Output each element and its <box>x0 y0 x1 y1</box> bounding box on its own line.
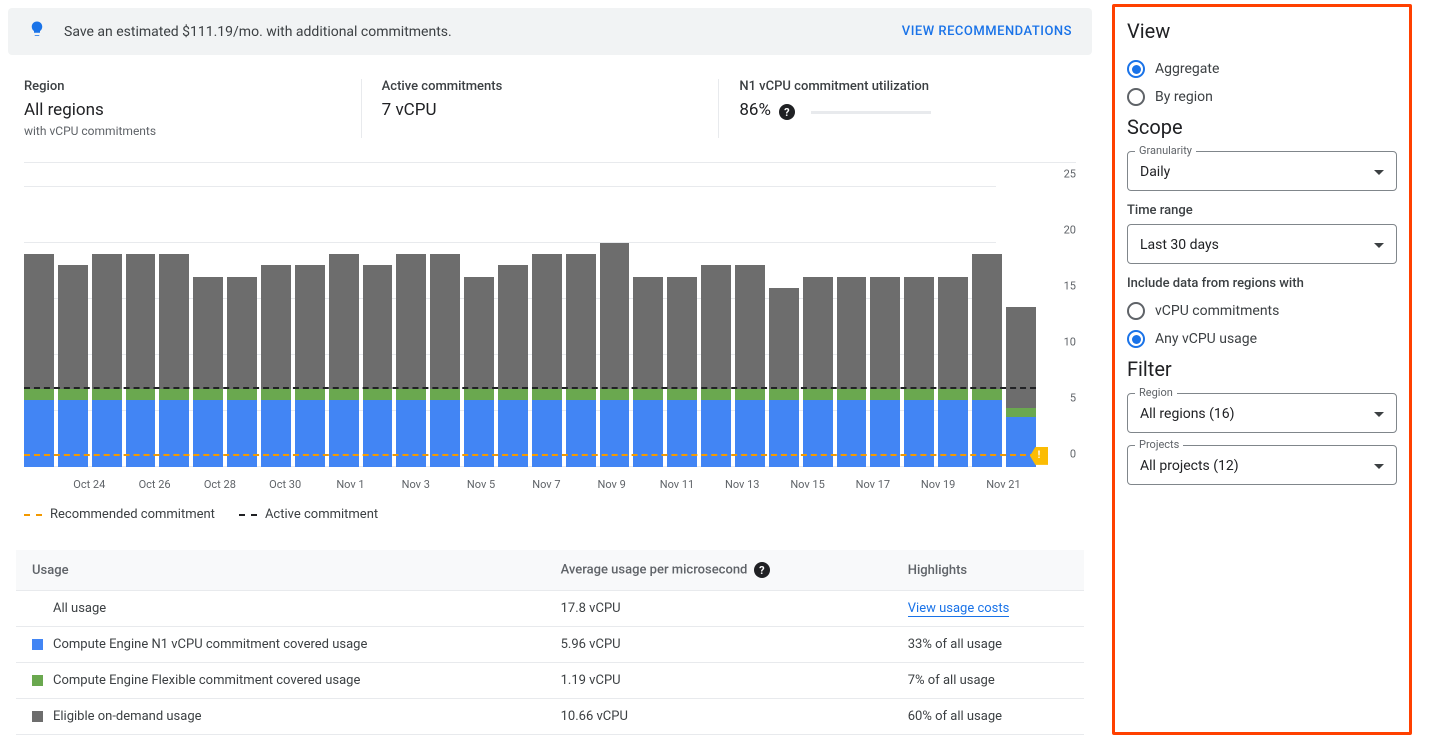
bar[interactable] <box>126 254 156 467</box>
include-label: Include data from regions with <box>1127 276 1397 291</box>
view-option[interactable]: By region <box>1127 83 1397 111</box>
usage-table: Usage Average usage per microsecond ? Hi… <box>16 550 1084 735</box>
bar[interactable] <box>870 277 900 467</box>
bar[interactable] <box>532 254 562 467</box>
filter-heading: Filter <box>1127 357 1397 381</box>
timerange-label: Time range <box>1127 203 1397 218</box>
bar[interactable] <box>667 277 697 467</box>
help-icon[interactable]: ? <box>754 562 770 578</box>
stat-label: N1 vCPU commitment utilization <box>739 79 1056 94</box>
bar[interactable] <box>972 254 1002 467</box>
table-row: Compute Engine N1 vCPU commitment covere… <box>16 627 1084 663</box>
stat-value: 86% <box>739 100 771 120</box>
utilization-bar <box>811 111 931 114</box>
bar[interactable] <box>633 277 663 467</box>
view-option[interactable]: Aggregate <box>1127 55 1397 83</box>
table-row: Compute Engine Flexible commitment cover… <box>16 663 1084 699</box>
bar[interactable] <box>735 265 765 467</box>
include-option[interactable]: vCPU commitments <box>1127 297 1397 325</box>
lightbulb-icon <box>28 20 46 43</box>
scope-heading: Scope <box>1127 115 1397 139</box>
stat-label: Active commitments <box>382 79 699 94</box>
stat-label: Region <box>24 79 341 94</box>
bar[interactable] <box>329 254 359 467</box>
col-avg: Average usage per microsecond ? <box>545 550 892 591</box>
timerange-select[interactable]: Last 30 days <box>1127 224 1397 264</box>
col-highlights: Highlights <box>892 550 1084 591</box>
bar[interactable] <box>904 277 934 467</box>
bar[interactable] <box>58 265 88 467</box>
bar[interactable] <box>498 265 528 467</box>
bar[interactable] <box>363 265 393 467</box>
granularity-select[interactable]: Granularity Daily <box>1127 151 1397 191</box>
radio-icon <box>1127 88 1145 106</box>
chevron-down-icon <box>1374 412 1384 417</box>
radio-icon <box>1127 302 1145 320</box>
table-row: All usage17.8 vCPUView usage costs <box>16 591 1084 627</box>
legend-recommended: Recommended commitment <box>24 507 215 522</box>
include-option[interactable]: Any vCPU usage <box>1127 325 1397 353</box>
bar[interactable] <box>227 277 257 467</box>
chart-legend: Recommended commitment Active commitment <box>24 491 1076 538</box>
bar[interactable] <box>92 254 122 467</box>
projects-select[interactable]: Projects All projects (12) <box>1127 445 1397 485</box>
bar[interactable] <box>396 254 426 467</box>
usage-chart: ! 0510152025 Oct 24Oct 26Oct 28Oct 30Nov… <box>24 162 1076 538</box>
view-recommendations-link[interactable]: VIEW RECOMMENDATIONS <box>902 24 1072 39</box>
bar[interactable] <box>701 265 731 467</box>
radio-icon <box>1127 330 1145 348</box>
radio-icon <box>1127 60 1145 78</box>
region-select[interactable]: Region All regions (16) <box>1127 393 1397 433</box>
stat-utilization: N1 vCPU commitment utilization 86% ? <box>719 79 1076 138</box>
bar[interactable] <box>938 277 968 467</box>
side-panel: View AggregateBy region Scope Granularit… <box>1112 4 1412 735</box>
view-usage-costs-link[interactable]: View usage costs <box>908 601 1010 617</box>
chevron-down-icon <box>1374 464 1384 469</box>
chevron-down-icon <box>1374 243 1384 248</box>
bar[interactable] <box>430 254 460 467</box>
legend-active: Active commitment <box>239 507 378 522</box>
bar[interactable] <box>837 277 867 467</box>
bar[interactable] <box>803 277 833 467</box>
stat-sub: with vCPU commitments <box>24 124 341 138</box>
help-icon[interactable]: ? <box>779 104 795 120</box>
recommendation-banner: Save an estimated $111.19/mo. with addit… <box>8 8 1092 55</box>
chevron-down-icon <box>1374 170 1384 175</box>
bar[interactable] <box>193 277 223 467</box>
bar[interactable] <box>769 288 799 467</box>
bar[interactable] <box>566 254 596 467</box>
bar[interactable] <box>464 277 494 467</box>
stat-active-commitments: Active commitments 7 vCPU <box>362 79 720 138</box>
col-usage: Usage <box>16 550 545 591</box>
stat-value: 7 vCPU <box>382 100 699 120</box>
bar[interactable] <box>24 254 54 467</box>
banner-text: Save an estimated $111.19/mo. with addit… <box>64 24 902 40</box>
bar[interactable] <box>261 265 291 467</box>
bar[interactable] <box>295 265 325 467</box>
bar[interactable] <box>159 254 189 467</box>
stat-region: Region All regions with vCPU commitments <box>24 79 362 138</box>
stat-value: All regions <box>24 100 341 120</box>
view-heading: View <box>1127 19 1397 43</box>
bar[interactable] <box>600 243 630 467</box>
table-row: Eligible on-demand usage10.66 vCPU60% of… <box>16 699 1084 735</box>
stats-row: Region All regions with vCPU commitments… <box>8 73 1092 162</box>
